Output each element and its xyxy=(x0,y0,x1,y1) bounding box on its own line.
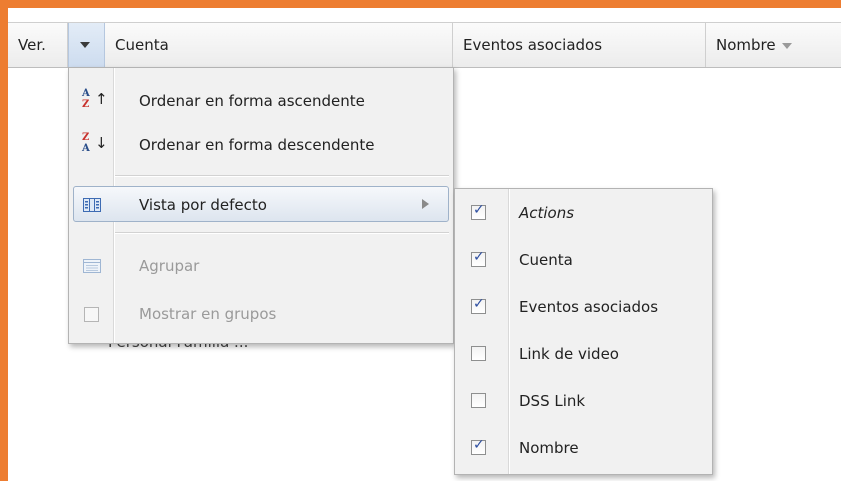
column-header-nombre[interactable]: Nombre xyxy=(706,23,841,67)
menu-item-label: Mostrar en grupos xyxy=(139,305,277,323)
sort-za-icon: Z A ↓ xyxy=(82,132,108,154)
checkmark-icon: ✓ xyxy=(473,296,485,312)
menu-item-group[interactable]: Agrupar xyxy=(69,244,453,288)
submenu-item-label: DSS Link xyxy=(519,392,586,410)
submenu-item-column-toggle[interactable]: ✓ Cuenta xyxy=(455,237,712,284)
checkmark-icon: ✓ xyxy=(473,202,485,218)
submenu-item-label: Cuenta xyxy=(519,251,573,269)
column-header-eventos-label: Eventos asociados xyxy=(463,36,603,54)
column-header-ver-label: Ver. xyxy=(18,36,46,54)
checkbox-checked-icon[interactable]: ✓ xyxy=(471,202,486,220)
menu-item-default-view[interactable]: Vista por defecto xyxy=(73,186,449,222)
menu-item-label: Ordenar en forma descendente xyxy=(139,136,375,154)
column-header-eventos[interactable]: Eventos asociados xyxy=(453,23,706,67)
submenu-item-label: Link de video xyxy=(519,345,619,363)
submenu-item-column-toggle[interactable]: ✓ Actions xyxy=(455,190,712,237)
checkbox-icon xyxy=(82,292,102,336)
submenu-item-label: Eventos asociados xyxy=(519,298,659,316)
submenu-item-column-toggle[interactable]: ✓ Eventos asociados xyxy=(455,284,712,331)
column-menu-trigger[interactable] xyxy=(68,23,105,67)
columns-icon xyxy=(82,187,102,223)
menu-item-sort-descending[interactable]: Z A ↓ Ordenar en forma descendente xyxy=(69,123,453,167)
checkmark-icon: ✓ xyxy=(473,437,485,453)
menu-separator xyxy=(115,175,449,177)
column-header-cuenta-label: Cuenta xyxy=(115,36,169,54)
submenu-item-label: Nombre xyxy=(519,439,579,457)
menu-item-label: Agrupar xyxy=(139,257,200,275)
column-header-nombre-label: Nombre xyxy=(716,36,776,54)
checkbox-unchecked-icon[interactable] xyxy=(471,346,486,361)
checkbox-checked-icon[interactable]: ✓ xyxy=(471,296,486,314)
checkbox-checked-icon[interactable]: ✓ xyxy=(471,437,486,455)
column-context-menu: A Z ↑ Ordenar en forma ascendente Z A ↓ Orde… xyxy=(68,67,454,344)
sort-az-icon: A Z ↑ xyxy=(82,88,108,110)
column-header-ver[interactable]: Ver. xyxy=(8,23,68,67)
menu-item-label: Vista por defecto xyxy=(139,196,267,214)
checkmark-icon: ✓ xyxy=(473,249,485,265)
group-icon xyxy=(82,244,102,288)
chevron-down-icon xyxy=(80,42,90,48)
submenu-item-column-toggle[interactable]: ✓ Nombre xyxy=(455,425,712,472)
sort-down-icon xyxy=(781,42,792,49)
columns-submenu: ✓ Actions ✓ Cuenta ✓ Eventos asociados Link de… xyxy=(454,188,713,475)
menu-item-sort-ascending[interactable]: A Z ↑ Ordenar en forma ascendente xyxy=(69,79,453,123)
checkbox-unchecked-icon[interactable] xyxy=(471,393,486,408)
chevron-right-icon xyxy=(422,199,429,209)
menu-item-label: Ordenar en forma ascendente xyxy=(139,92,365,110)
submenu-item-label: Actions xyxy=(519,204,575,222)
column-header-cuenta[interactable]: Cuenta xyxy=(105,23,453,67)
grid-header: Ver. Cuenta Eventos asociados Nombre xyxy=(8,22,841,68)
checkbox-checked-icon[interactable]: ✓ xyxy=(471,249,486,267)
menu-separator xyxy=(115,232,449,234)
submenu-item-column-toggle[interactable]: DSS Link xyxy=(455,378,712,425)
submenu-item-column-toggle[interactable]: Link de video xyxy=(455,331,712,378)
menu-item-show-in-groups[interactable]: Mostrar en grupos xyxy=(69,292,453,336)
